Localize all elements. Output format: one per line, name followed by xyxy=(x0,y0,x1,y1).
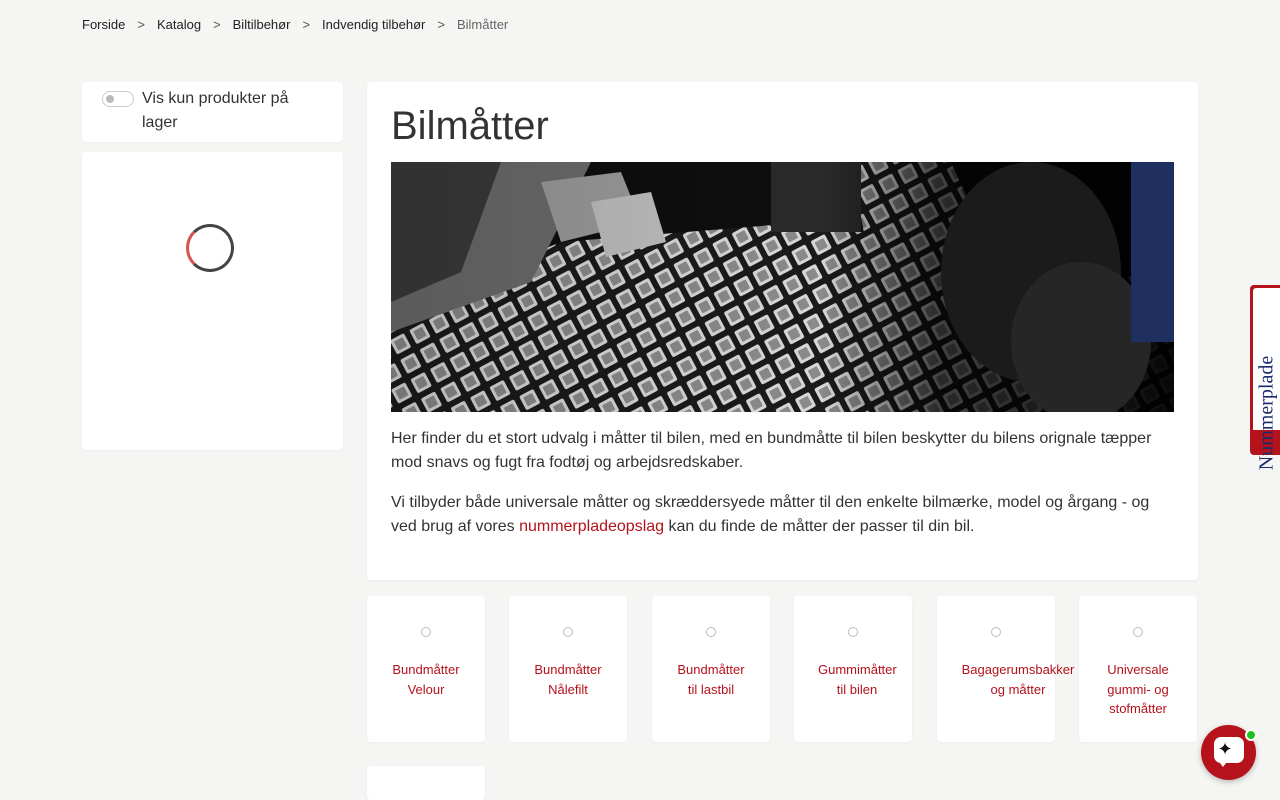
breadcrumb-current: Bilmåtter xyxy=(456,17,509,32)
category-tile-next[interactable] xyxy=(367,766,485,800)
category-bundmatter-velour[interactable]: Bundmåtter Velour xyxy=(367,596,485,742)
breadcrumb-separator: > xyxy=(437,17,445,32)
sparkle-icon: ✦ xyxy=(1217,739,1233,759)
side-tab-label: Nummerplade xyxy=(1255,355,1278,471)
category-label: Bundmåtter Velour xyxy=(392,662,460,697)
in-stock-toggle[interactable] xyxy=(102,91,134,107)
category-gummimatter[interactable]: Gummimåtter til bilen xyxy=(794,596,912,742)
license-plate-side-tab[interactable]: Nummerplade xyxy=(1250,285,1280,470)
category-thumbnail xyxy=(706,627,716,637)
category-bundmatter-nalefilt[interactable]: Bundmåtter Nålefilt xyxy=(509,596,627,742)
breadcrumb-separator: > xyxy=(137,17,145,32)
in-stock-filter-card: Vis kun produkter på lager xyxy=(82,82,343,142)
category-thumbnail xyxy=(848,627,858,637)
category-thumbnail xyxy=(991,627,1001,637)
in-stock-label[interactable]: Vis kun produkter på lager xyxy=(142,87,322,135)
page-title: Bilmåtter xyxy=(391,104,549,148)
online-status-dot xyxy=(1245,729,1257,741)
category-universale-matter[interactable]: Universale gummi- og stofmåtter xyxy=(1079,596,1197,742)
license-plate-lookup-link[interactable]: nummerpladeopslag xyxy=(519,518,664,535)
category-label: Bundmåtter til lastbil xyxy=(677,662,745,697)
category-thumbnail xyxy=(1133,627,1143,637)
breadcrumb-forside[interactable]: Forside xyxy=(82,17,125,32)
breadcrumb-biltilbehor[interactable]: Biltilbehør xyxy=(233,17,291,32)
chat-button[interactable]: ✦ xyxy=(1201,725,1257,780)
loading-spinner-icon xyxy=(186,224,234,272)
filter-panel xyxy=(82,152,343,450)
breadcrumb: Forside > Katalog > Biltilbehør > Indven… xyxy=(82,17,508,32)
category-label: Universale gummi- og stofmåtter xyxy=(1107,662,1169,716)
lookup-paragraph: Vi tilbyder både universale måtter og sk… xyxy=(391,491,1171,539)
intro-paragraph: Her finder du et stort udvalg i måtter t… xyxy=(391,430,1152,471)
breadcrumb-katalog[interactable]: Katalog xyxy=(157,17,201,32)
breadcrumb-separator: > xyxy=(302,17,311,32)
breadcrumb-indvendig-tilbehor[interactable]: Indvendig tilbehør xyxy=(322,17,425,32)
category-label: Bundmåtter Nålefilt xyxy=(534,662,602,697)
category-bagagerumsbakker[interactable]: Bagagerumsbakker og måtter xyxy=(937,596,1074,742)
toggle-knob xyxy=(106,95,114,103)
breadcrumb-separator: > xyxy=(213,17,221,32)
chat-bubble-tail xyxy=(1217,759,1229,767)
category-thumbnail xyxy=(563,627,573,637)
category-label: Gummimåtter til bilen xyxy=(818,662,897,697)
category-label: Bagagerumsbakker og måtter xyxy=(961,662,1075,697)
category-thumbnail xyxy=(421,627,431,637)
category-bundmatter-lastbil[interactable]: Bundmåtter til lastbil xyxy=(652,596,770,742)
hero-image xyxy=(391,162,1174,412)
category-intro-card: Bilmåtter Her finder du et stort udvalg … xyxy=(367,82,1198,580)
lookup-text-after: kan du finde de måtter der passer til di… xyxy=(664,518,975,535)
